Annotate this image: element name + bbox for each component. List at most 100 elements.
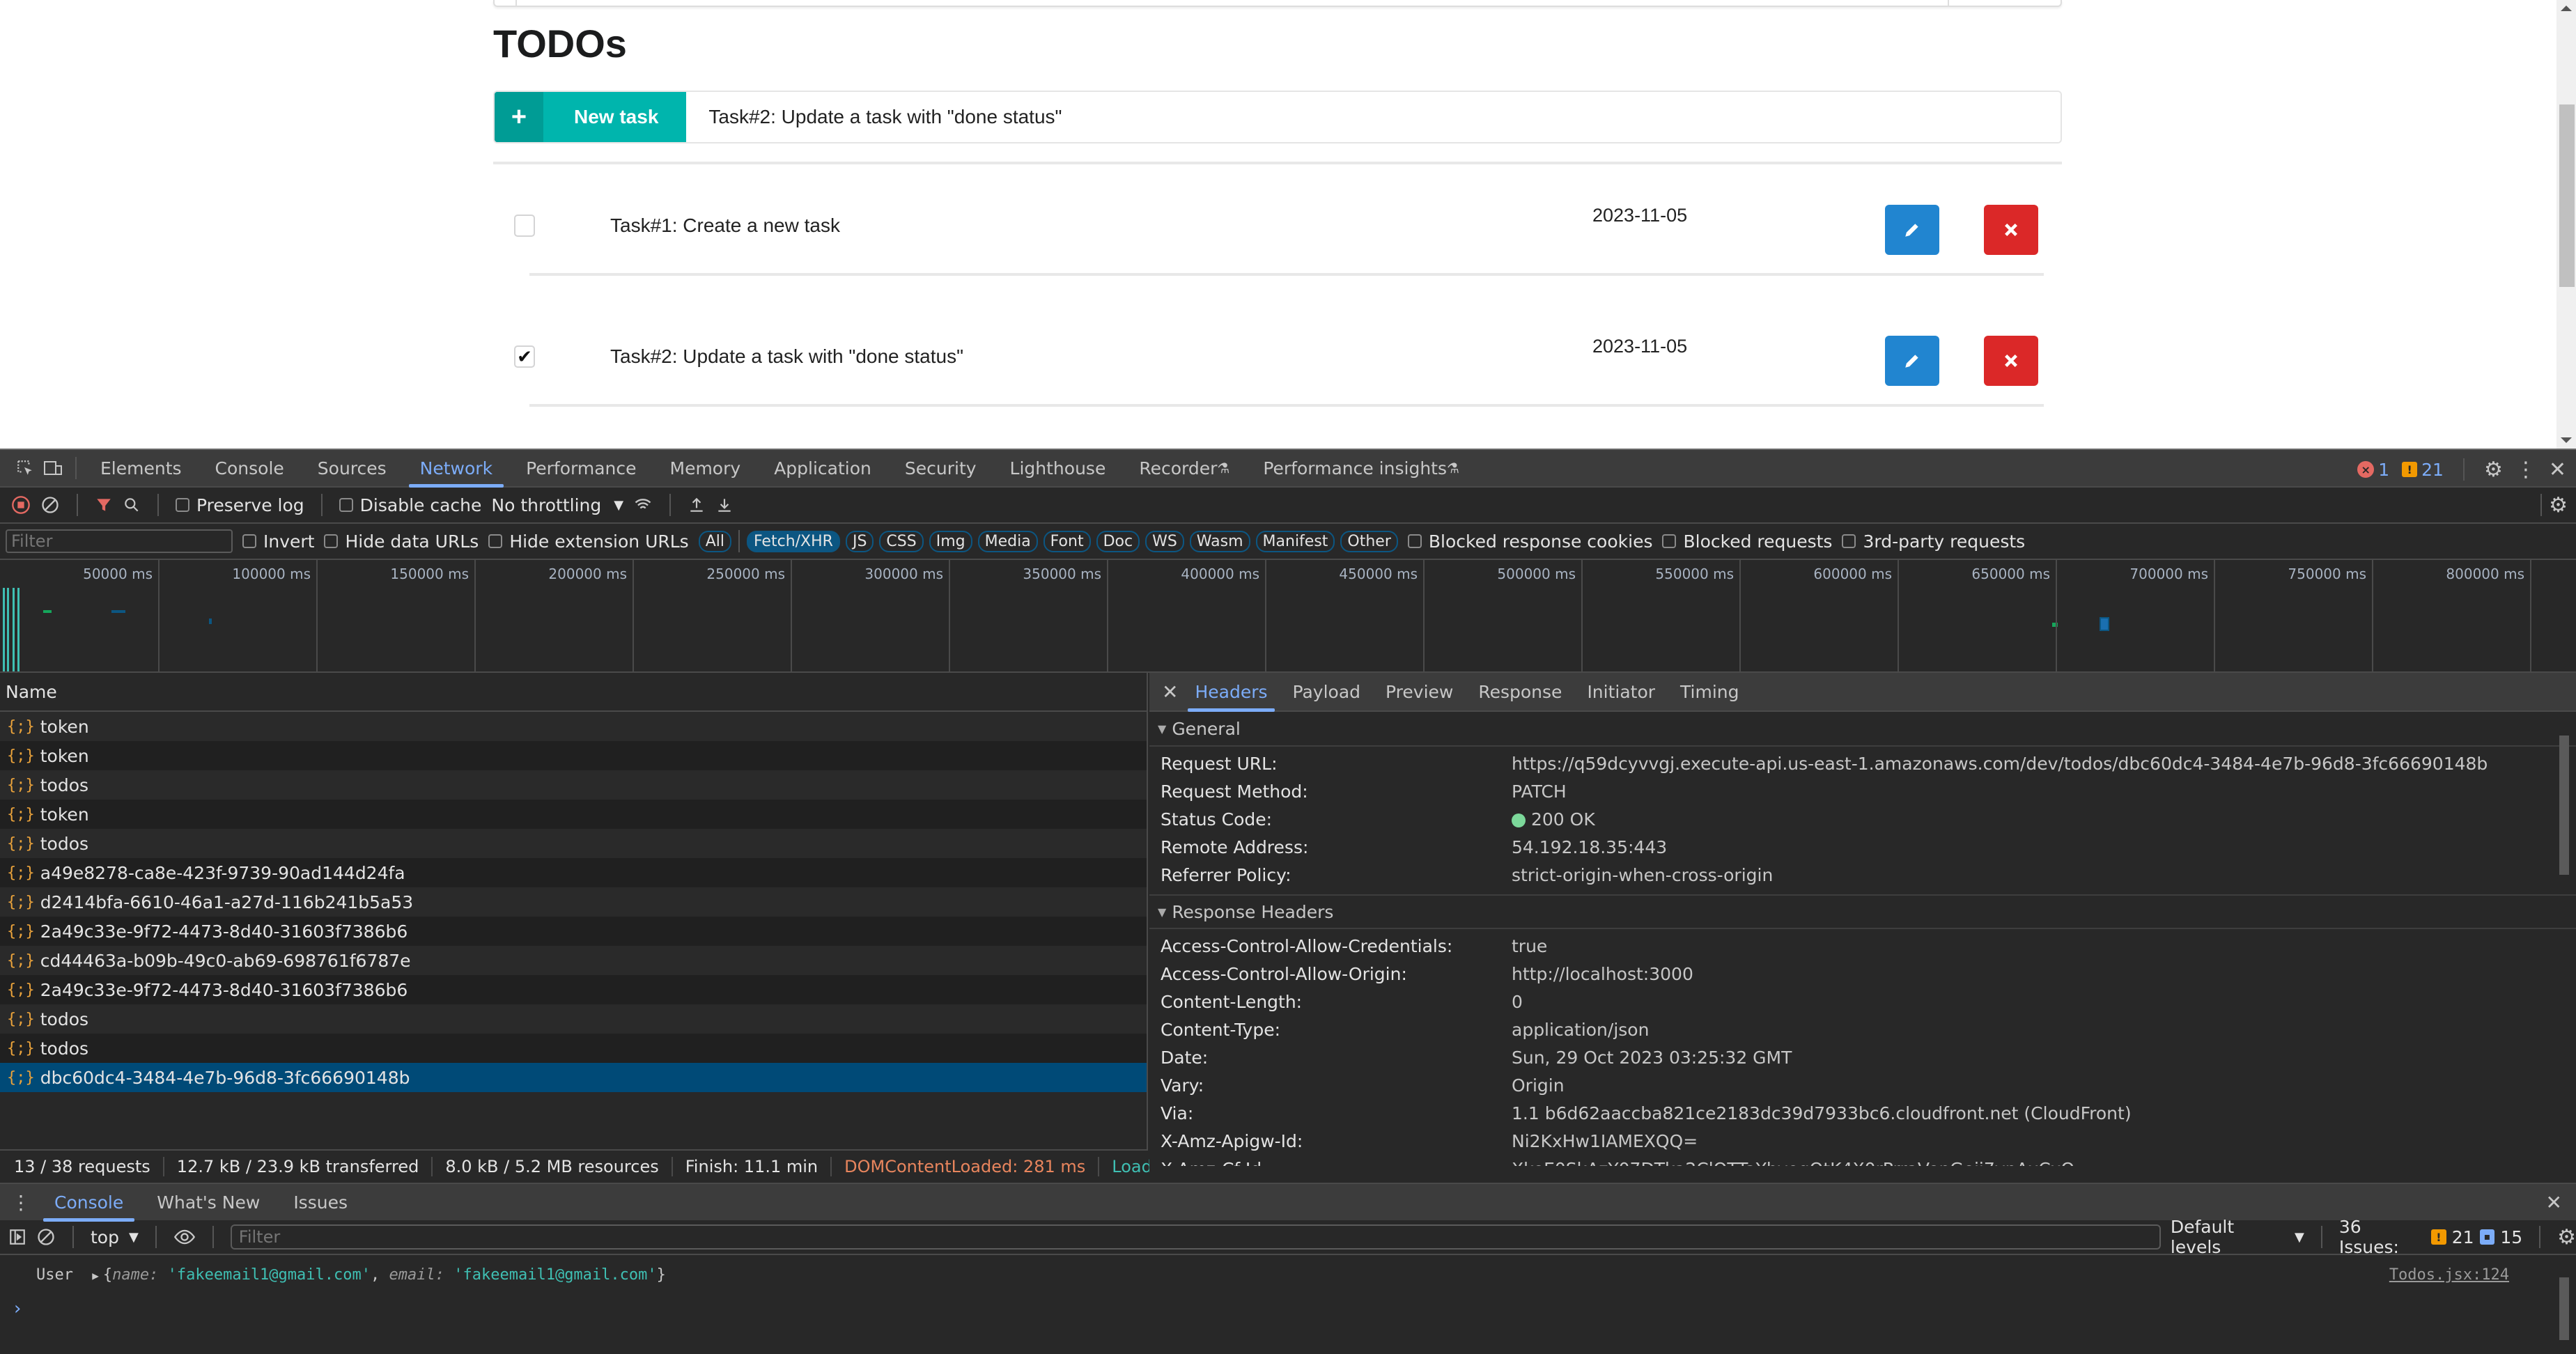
- todo-done-checkbox[interactable]: ✔: [514, 345, 535, 368]
- header-value[interactable]: http://localhost:3000: [1512, 964, 1693, 984]
- context-select[interactable]: top ▼: [91, 1227, 139, 1247]
- disable-cache-checkbox[interactable]: Disable cache: [339, 495, 481, 515]
- header-value[interactable]: 200 OK: [1512, 809, 1595, 830]
- filter-type-wasm[interactable]: Wasm: [1189, 530, 1250, 552]
- search-icon[interactable]: [123, 496, 141, 514]
- header-value[interactable]: XkeE0SkAzY07DTka2ClOTTaYhvogOtK4X0rPrraV…: [1512, 1159, 2104, 1167]
- request-row[interactable]: {;} token: [0, 712, 1147, 741]
- scrollbar-thumb[interactable]: [2559, 736, 2569, 875]
- header-value[interactable]: Ni2KxHw1IAMEXQQ=: [1512, 1131, 1698, 1151]
- delete-todo-button[interactable]: [1984, 205, 2038, 255]
- console-prompt-icon[interactable]: ›: [14, 1298, 21, 1319]
- delete-todo-button[interactable]: [1984, 336, 2038, 386]
- header-value[interactable]: application/json: [1512, 1020, 1649, 1040]
- tab-memory[interactable]: Memory: [653, 450, 758, 486]
- clear-console-icon[interactable]: [36, 1227, 56, 1247]
- request-row[interactable]: {;} dbc60dc4-3484-4e7b-96d8-3fc66690148b: [0, 1063, 1147, 1092]
- drawer-tab-what-s-new[interactable]: What's New: [140, 1184, 277, 1220]
- console-log-entry[interactable]: User ▶ {name: 'fakeemail1@gmail.com', ema…: [36, 1266, 666, 1284]
- preserve-log-checkbox[interactable]: Preserve log: [176, 495, 304, 515]
- filter-funnel-icon[interactable]: [95, 496, 113, 514]
- tab-sources[interactable]: Sources: [301, 450, 403, 486]
- request-row[interactable]: {;} token: [0, 741, 1147, 770]
- filter-type-ws[interactable]: WS: [1145, 530, 1184, 552]
- scrollbar-thumb[interactable]: [2559, 104, 2575, 287]
- request-row[interactable]: {;} cd44463a-b09b-49c0-ab69-698761f6787e: [0, 946, 1147, 975]
- network-filter-input[interactable]: [6, 529, 233, 553]
- header-value[interactable]: 0: [1512, 992, 1523, 1012]
- close-devtools-icon[interactable]: ✕: [2549, 458, 2566, 482]
- scroll-up-arrow-icon[interactable]: [2561, 6, 2572, 11]
- detail-tab-response[interactable]: Response: [1466, 673, 1574, 710]
- tab-performance-insights[interactable]: Performance insights ⚗: [1246, 450, 1476, 486]
- log-levels-select[interactable]: Default levels ▼: [2171, 1217, 2304, 1257]
- live-expression-eye-icon[interactable]: [173, 1228, 196, 1246]
- column-header-name[interactable]: Name: [0, 673, 1147, 712]
- request-row[interactable]: {;} 2a49c33e-9f72-4473-8d40-31603f7386b6: [0, 975, 1147, 1004]
- filter-type-media[interactable]: Media: [977, 530, 1038, 552]
- edit-todo-button[interactable]: [1885, 205, 1939, 255]
- request-row[interactable]: {;} todos: [0, 1034, 1147, 1063]
- request-row[interactable]: {;} a49e8278-ca8e-423f-9739-90ad144d24fa: [0, 858, 1147, 887]
- detail-scrollbar[interactable]: [2558, 715, 2570, 1181]
- header-value[interactable]: Origin: [1512, 1075, 1565, 1096]
- close-detail-icon[interactable]: ✕: [1162, 680, 1178, 703]
- inspect-element-icon[interactable]: [13, 459, 38, 477]
- new-task-input[interactable]: [686, 92, 2061, 142]
- scrollbar-thumb[interactable]: [2559, 1277, 2569, 1340]
- close-drawer-icon[interactable]: ✕: [2546, 1191, 2562, 1214]
- import-har-icon[interactable]: [688, 495, 706, 515]
- header-value[interactable]: 1.1 b6d62aaccba821ce2183dc39d7933bc6.clo…: [1512, 1103, 2132, 1123]
- edit-todo-button[interactable]: [1885, 336, 1939, 386]
- show-sidebar-icon[interactable]: [8, 1228, 26, 1246]
- clear-icon[interactable]: [40, 495, 60, 515]
- header-value[interactable]: true: [1512, 936, 1547, 956]
- filter-type-fetch-xhr[interactable]: Fetch/XHR: [746, 530, 840, 552]
- third-party-requests-checkbox[interactable]: 3rd-party requests: [1842, 531, 2025, 552]
- tab-performance[interactable]: Performance: [509, 450, 653, 486]
- drawer-tab-issues[interactable]: Issues: [277, 1184, 364, 1220]
- hide-data-urls-checkbox[interactable]: Hide data URLs: [324, 531, 479, 552]
- page-scrollbar[interactable]: [2556, 0, 2576, 449]
- log-source-link[interactable]: Todos.jsx:124: [2389, 1266, 2509, 1284]
- record-stop-icon[interactable]: [11, 495, 31, 515]
- device-toolbar-icon[interactable]: [38, 459, 68, 477]
- filter-type-all[interactable]: All: [698, 530, 731, 552]
- header-value[interactable]: Sun, 29 Oct 2023 03:25:32 GMT: [1512, 1048, 1792, 1068]
- detail-tab-headers[interactable]: Headers: [1182, 673, 1280, 712]
- header-value[interactable]: PATCH: [1512, 781, 1567, 802]
- tab-recorder[interactable]: Recorder ⚗: [1122, 450, 1246, 486]
- tab-console[interactable]: Console: [199, 450, 301, 486]
- request-row[interactable]: {;} todos: [0, 1004, 1147, 1034]
- new-task-button[interactable]: + New task: [495, 92, 687, 142]
- blocked-response-cookies-checkbox[interactable]: Blocked response cookies: [1407, 531, 1652, 552]
- filter-type-css[interactable]: CSS: [879, 530, 924, 552]
- throttling-select[interactable]: No throttling ▼: [491, 495, 623, 515]
- filter-type-font[interactable]: Font: [1043, 530, 1091, 552]
- hide-extension-urls-checkbox[interactable]: Hide extension URLs: [488, 531, 689, 552]
- detail-tab-initiator[interactable]: Initiator: [1574, 673, 1668, 710]
- header-value[interactable]: 54.192.18.35:443: [1512, 837, 1667, 857]
- tab-application[interactable]: Application: [757, 450, 888, 486]
- response-headers-section-header[interactable]: ▼ Response Headers: [1149, 894, 2576, 929]
- detail-tab-preview[interactable]: Preview: [1373, 673, 1466, 710]
- filter-type-manifest[interactable]: Manifest: [1255, 530, 1335, 552]
- more-options-icon[interactable]: ⋮: [2515, 458, 2536, 482]
- invert-checkbox[interactable]: Invert: [242, 531, 314, 552]
- filter-type-js[interactable]: JS: [845, 530, 874, 552]
- tab-elements[interactable]: Elements: [84, 450, 199, 486]
- detail-tab-payload[interactable]: Payload: [1280, 673, 1374, 710]
- expand-triangle-icon[interactable]: ▶: [92, 1269, 99, 1282]
- header-value[interactable]: strict-origin-when-cross-origin: [1512, 865, 1773, 885]
- warning-counter[interactable]: ! 21: [2402, 460, 2444, 480]
- request-row[interactable]: {;} 2a49c33e-9f72-4473-8d40-31603f7386b6: [0, 917, 1147, 946]
- header-value[interactable]: https://q59dcyvvgj.execute-api.us-east-1…: [1512, 754, 2488, 774]
- tab-lighthouse[interactable]: Lighthouse: [993, 450, 1123, 486]
- filter-type-other[interactable]: Other: [1340, 530, 1398, 552]
- general-section-header[interactable]: ▼ General: [1149, 712, 2576, 747]
- detail-tab-timing[interactable]: Timing: [1668, 673, 1751, 710]
- drawer-tab-console[interactable]: Console: [38, 1184, 140, 1222]
- blocked-requests-checkbox[interactable]: Blocked requests: [1662, 531, 1832, 552]
- issues-counter[interactable]: 36 Issues: ! 21 ▪ 15: [2339, 1217, 2522, 1257]
- network-overview-timeline[interactable]: 50000 ms 100000 ms 150000 ms 200000 ms 25000…: [0, 560, 2576, 673]
